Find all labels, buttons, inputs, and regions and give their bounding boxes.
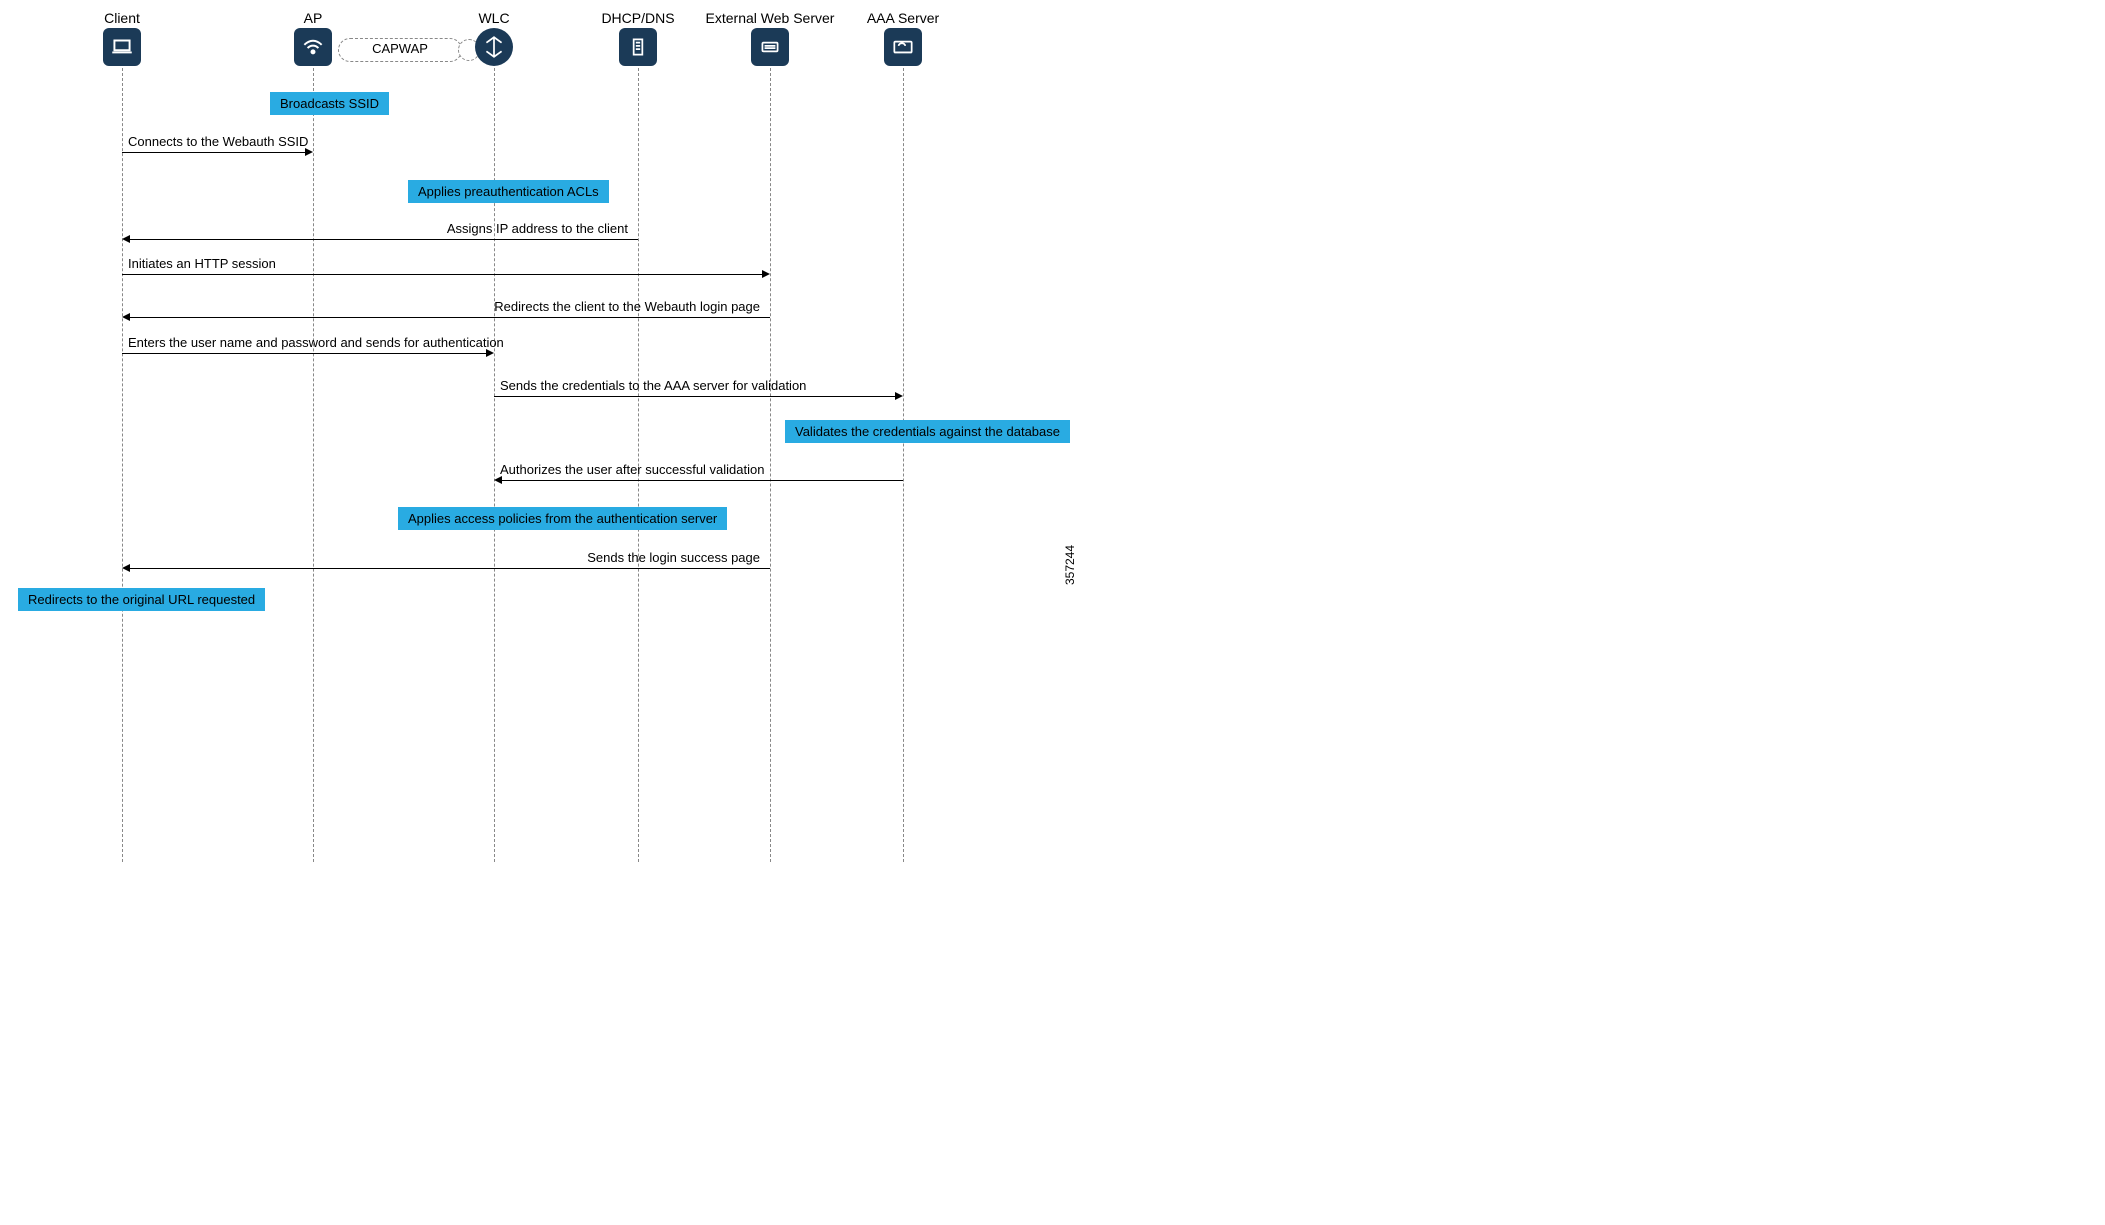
- client-laptop-icon: [103, 28, 141, 66]
- label-send-to-aaa: Sends the credentials to the AAA server …: [500, 378, 806, 393]
- arrow-assign-ip: [130, 239, 638, 240]
- label-enter-creds: Enters the user name and password and se…: [128, 335, 504, 350]
- label-redirect-login: Redirects the client to the Webauth logi…: [494, 299, 760, 314]
- arrow-init-http: [122, 274, 762, 275]
- note-preauth-acls: Applies preauthentication ACLs: [408, 180, 609, 203]
- wlc-controller-icon: [475, 28, 513, 66]
- aaa-server-icon: [884, 28, 922, 66]
- arrowhead-connect-ssid: [305, 148, 313, 156]
- ap-wifi-icon: [294, 28, 332, 66]
- participant-label-client: Client: [104, 10, 140, 26]
- lifeline-aaa: [903, 68, 904, 862]
- capwap-tunnel: CAPWAP: [338, 38, 462, 62]
- web-server-icon: [751, 28, 789, 66]
- label-login-success: Sends the login success page: [587, 550, 760, 565]
- sequence-diagram: Client AP CAPWAP WLC DHCP/DNS External W…: [10, 10, 1490, 880]
- arrow-authorize-user: [502, 480, 903, 481]
- arrowhead-send-to-aaa: [895, 392, 903, 400]
- figure-id: 357244: [1063, 545, 1077, 585]
- label-connect-ssid: Connects to the Webauth SSID: [128, 134, 308, 149]
- note-apply-policies: Applies access policies from the authent…: [398, 507, 727, 530]
- arrowhead-init-http: [762, 270, 770, 278]
- note-broadcast-ssid: Broadcasts SSID: [270, 92, 389, 115]
- arrow-enter-creds: [122, 353, 486, 354]
- note-redirect-original: Redirects to the original URL requested: [18, 588, 265, 611]
- arrowhead-authorize-user: [494, 476, 502, 484]
- participant-label-webs: External Web Server: [706, 10, 835, 26]
- arrow-send-to-aaa: [494, 396, 895, 397]
- arrow-redirect-login: [130, 317, 770, 318]
- lifeline-client: [122, 68, 123, 862]
- participant-label-dhcp: DHCP/DNS: [601, 10, 674, 26]
- arrowhead-redirect-login: [122, 313, 130, 321]
- arrowhead-assign-ip: [122, 235, 130, 243]
- arrow-connect-ssid: [122, 152, 305, 153]
- note-validate-creds: Validates the credentials against the da…: [785, 420, 1070, 443]
- dhcp-server-icon: [619, 28, 657, 66]
- arrowhead-login-success: [122, 564, 130, 572]
- participant-label-aaa: AAA Server: [867, 10, 939, 26]
- arrowhead-enter-creds: [486, 349, 494, 357]
- participant-label-wlc: WLC: [478, 10, 509, 26]
- lifeline-ap: [313, 68, 314, 862]
- lifeline-webs: [770, 68, 771, 862]
- participant-label-ap: AP: [304, 10, 323, 26]
- label-init-http: Initiates an HTTP session: [128, 256, 276, 271]
- arrow-login-success: [130, 568, 770, 569]
- label-assign-ip: Assigns IP address to the client: [447, 221, 628, 236]
- label-authorize-user: Authorizes the user after successful val…: [500, 462, 764, 477]
- capwap-label: CAPWAP: [372, 41, 428, 56]
